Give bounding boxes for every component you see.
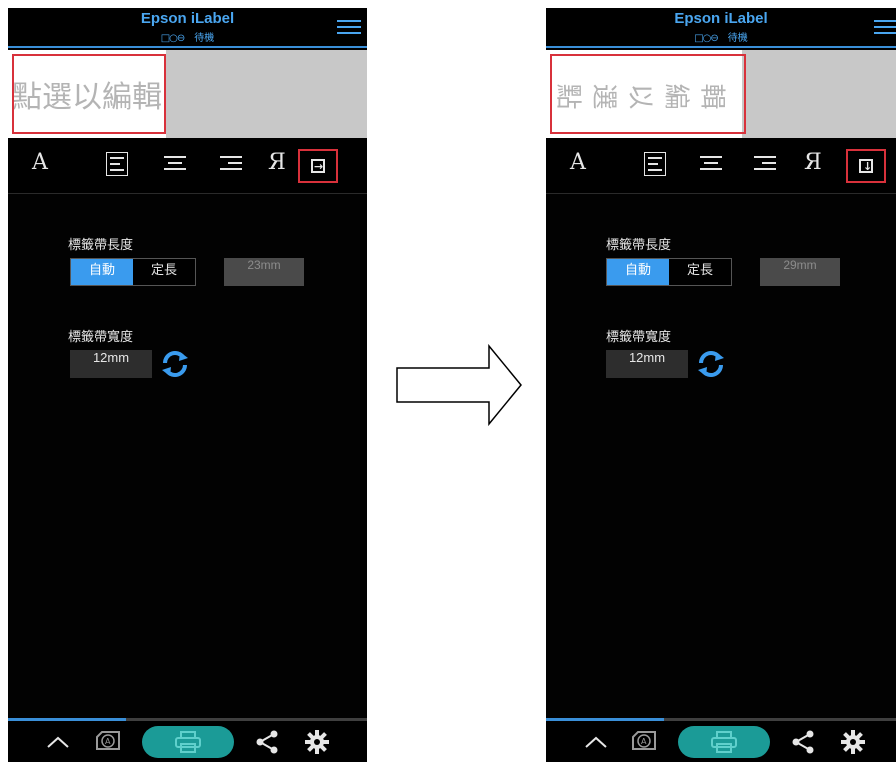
font-button[interactable]: A: [32, 150, 48, 175]
scroll-indicator: [546, 718, 664, 721]
chevron-up-icon[interactable]: [46, 735, 70, 749]
format-toolbar: A Я ↓: [546, 138, 896, 194]
align-center-icon[interactable]: [700, 156, 722, 180]
align-right-icon[interactable]: [220, 156, 242, 180]
refresh-icon[interactable]: [696, 349, 726, 379]
format-toolbar: A Я →: [8, 138, 367, 194]
chevron-up-icon[interactable]: [584, 735, 608, 749]
label-preview: 點 選 以 編 輯: [546, 50, 896, 138]
bottom-nav: A: [8, 718, 367, 762]
auto-length-button[interactable]: 自動: [607, 259, 669, 285]
transition-arrow: [396, 344, 522, 426]
align-center-icon[interactable]: [164, 156, 186, 180]
status-text: 待機: [727, 33, 748, 44]
app-title: Epson iLabel: [140, 10, 235, 27]
tape-width-value: 12mm: [606, 350, 688, 378]
tape-width-value: 12mm: [70, 350, 152, 378]
tape-length-label: 標籤帶長度: [68, 238, 134, 253]
app-title: Epson iLabel: [674, 10, 768, 27]
share-icon[interactable]: [254, 729, 280, 755]
label-preview: 點選以編輯: [8, 50, 367, 138]
vertical-text-icon: ↓: [859, 159, 873, 173]
print-button[interactable]: [678, 726, 770, 758]
print-button[interactable]: [142, 726, 234, 758]
printer-connection-icon: □○⊖: [160, 33, 186, 44]
fixed-length-button[interactable]: 定長: [669, 259, 731, 285]
mirror-text-button[interactable]: Я: [804, 150, 822, 175]
svg-text:A: A: [105, 737, 111, 746]
printer-connection-icon: □○⊖: [694, 33, 719, 44]
hamburger-menu-icon[interactable]: [337, 20, 361, 36]
highlight-box: [12, 54, 166, 134]
fixed-length-button[interactable]: 定長: [133, 259, 195, 285]
tape-width-label: 標籤帶寬度: [68, 330, 134, 345]
app-header: Epson iLabel □○⊖ 待機: [8, 8, 367, 48]
auto-text-icon[interactable]: A: [94, 729, 122, 755]
auto-length-button[interactable]: 自動: [71, 259, 133, 285]
status-text: 待機: [194, 33, 215, 44]
bottom-nav: A: [546, 718, 896, 762]
align-right-icon[interactable]: [754, 156, 776, 180]
printer-status: □○⊖ 待機: [8, 29, 367, 44]
screen-before: Epson iLabel □○⊖ 待機 點選以編輯 A Я → 標籤帶長度 自動 …: [8, 8, 367, 762]
screen-after: Epson iLabel □○⊖ 待機 點 選 以 編 輯 A Я ↓ 標籤帶長度: [546, 8, 896, 762]
font-button[interactable]: A: [570, 150, 586, 175]
settings-panel: 標籤帶長度 自動 定長 29mm 標籤帶寬度 12mm: [546, 194, 896, 718]
tape-width-label: 標籤帶寬度: [606, 330, 672, 345]
horizontal-text-icon: →: [311, 159, 325, 173]
length-value-field[interactable]: 29mm: [760, 258, 840, 286]
printer-icon: [711, 731, 737, 753]
align-left-icon[interactable]: [644, 152, 666, 176]
hamburger-menu-icon[interactable]: [874, 20, 896, 36]
text-direction-button[interactable]: →: [298, 149, 338, 183]
length-value-field[interactable]: 23mm: [224, 258, 304, 286]
text-direction-button[interactable]: ↓: [846, 149, 886, 183]
tape-length-toggle: 自動 定長: [606, 258, 732, 286]
app-header: Epson iLabel □○⊖ 待機: [546, 8, 896, 48]
printer-icon: [175, 731, 201, 753]
tape-length-toggle: 自動 定長: [70, 258, 196, 286]
align-left-icon[interactable]: [106, 152, 128, 176]
highlight-box: [550, 54, 746, 134]
settings-panel: 標籤帶長度 自動 定長 23mm 標籤帶寬度 12mm: [8, 194, 367, 718]
mirror-text-button[interactable]: Я: [268, 150, 286, 175]
gear-icon[interactable]: [840, 729, 866, 755]
refresh-icon[interactable]: [160, 349, 190, 379]
auto-text-icon[interactable]: A: [630, 729, 658, 755]
printer-status: □○⊖ 待機: [546, 29, 896, 44]
svg-text:A: A: [641, 737, 647, 746]
tape-length-label: 標籤帶長度: [606, 238, 672, 253]
share-icon[interactable]: [790, 729, 816, 755]
gear-icon[interactable]: [304, 729, 330, 755]
scroll-indicator: [8, 718, 126, 721]
